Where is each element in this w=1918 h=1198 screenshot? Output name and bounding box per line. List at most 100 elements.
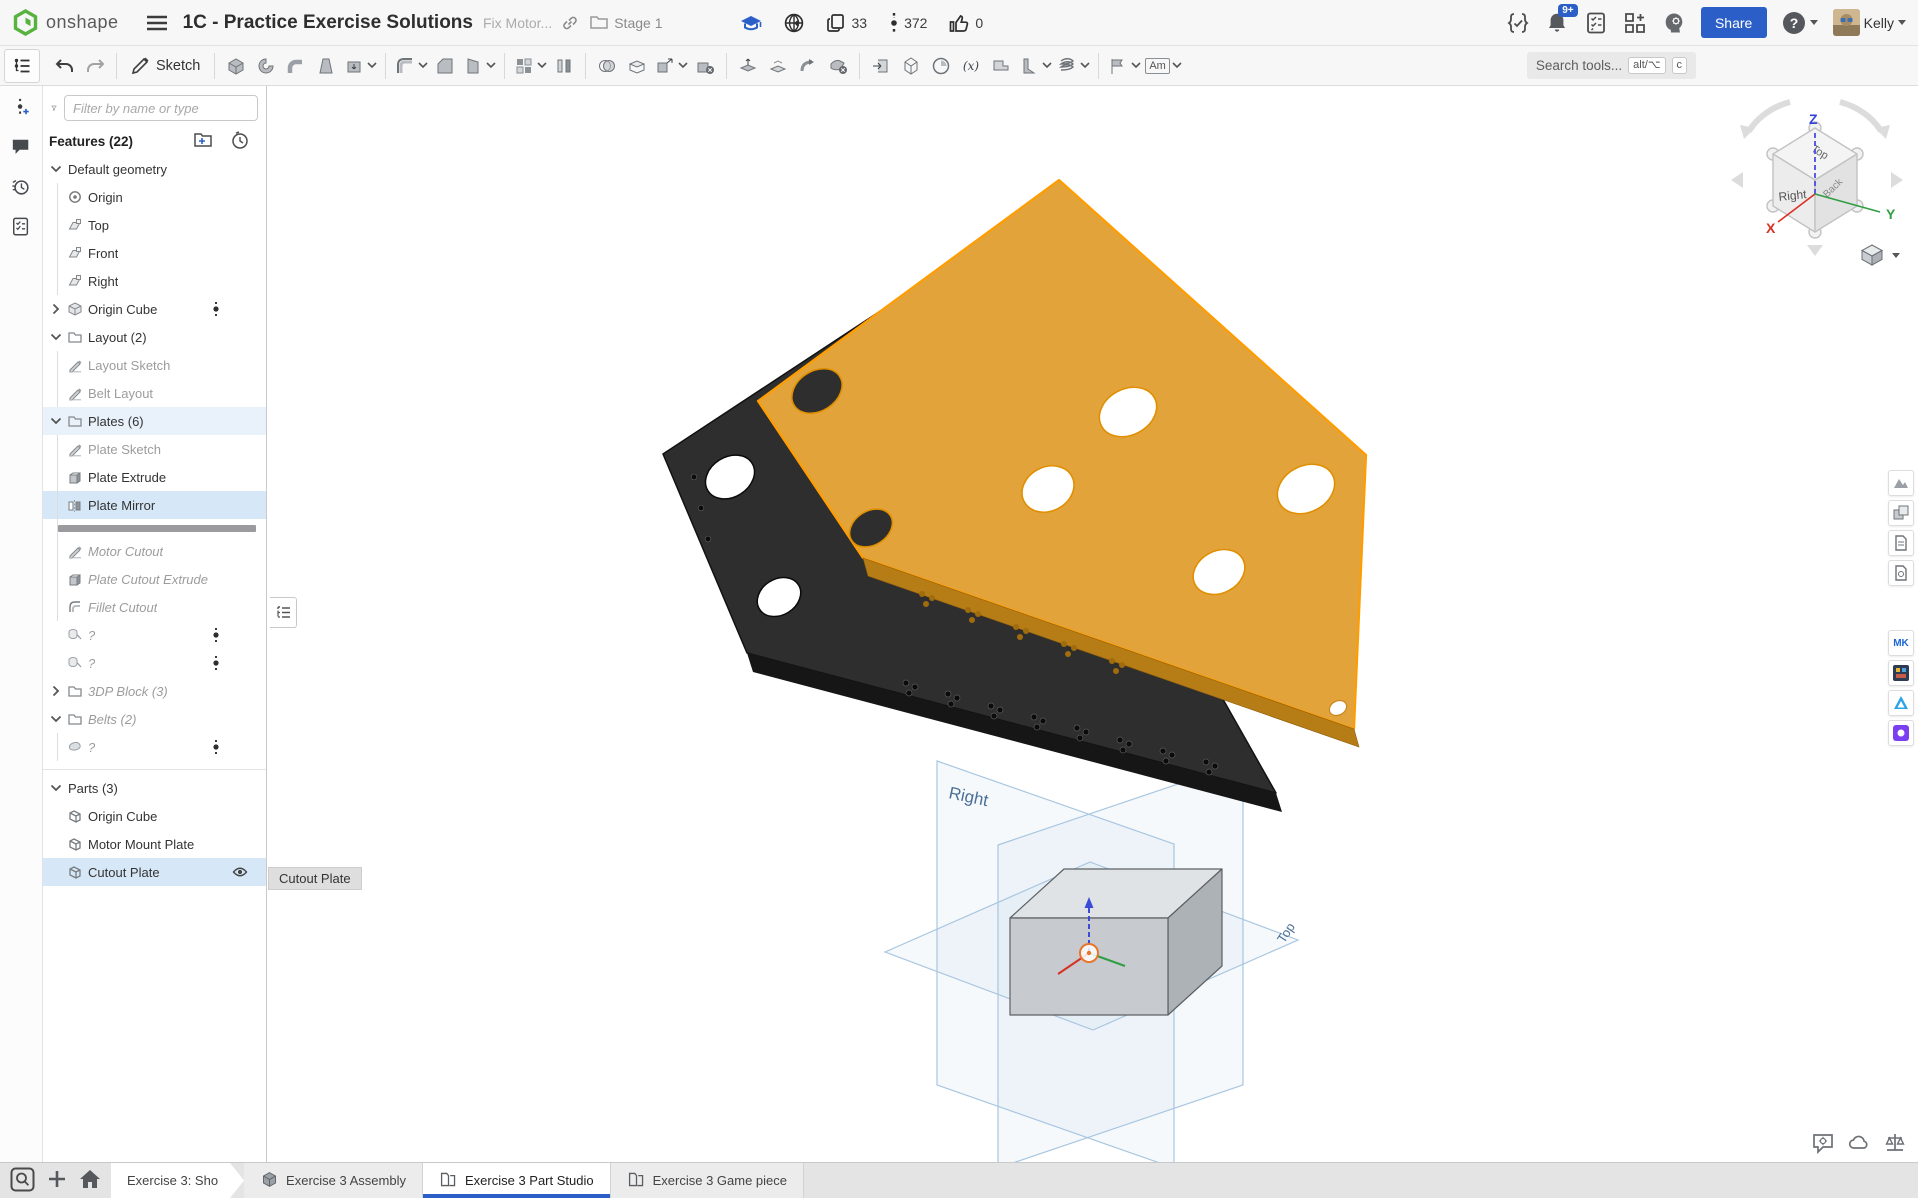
tool-mirror[interactable] xyxy=(549,50,579,82)
tool-move-face[interactable] xyxy=(733,50,763,82)
graphics-viewport[interactable]: Right Top xyxy=(267,86,1918,1162)
tool-assembly-mate[interactable]: Am xyxy=(1143,50,1184,82)
origin-cube-part[interactable] xyxy=(1010,869,1222,1015)
tree-item[interactable]: Plate Cutout Extrude xyxy=(43,565,266,593)
tool-split[interactable] xyxy=(622,50,652,82)
chevron-down-icon[interactable] xyxy=(47,780,65,796)
release-management-icon[interactable] xyxy=(1584,11,1608,35)
tool-thicken[interactable] xyxy=(341,50,379,82)
copies-count[interactable]: 33 xyxy=(826,13,867,33)
document-subtitle[interactable]: Fix Motor... xyxy=(483,15,552,31)
app-store-icon[interactable] xyxy=(1623,11,1647,35)
branch-indicator-icon[interactable] xyxy=(208,655,224,674)
custom-tool-6[interactable] xyxy=(1888,660,1914,686)
tool-replace-face[interactable] xyxy=(763,50,793,82)
tool-fillet[interactable] xyxy=(392,50,430,82)
tree-item[interactable]: Parts (3) xyxy=(43,774,266,802)
tree-item[interactable]: Top xyxy=(43,211,266,239)
custom-tool-7[interactable] xyxy=(1888,690,1914,716)
tree-item[interactable]: Plates (6) xyxy=(43,407,266,435)
hide-eye-icon[interactable] xyxy=(232,864,248,883)
tool-delete-face[interactable] xyxy=(823,50,853,82)
comments-panel-icon[interactable] xyxy=(7,134,35,160)
feature-list-flyout-handle[interactable] xyxy=(270,597,297,628)
versions-count[interactable]: 372 xyxy=(889,12,927,34)
chevron-down-icon[interactable] xyxy=(47,329,65,345)
notifications-bell-icon[interactable]: 9+ xyxy=(1545,11,1569,35)
tool-import-derived[interactable] xyxy=(866,50,896,82)
document-tab-4[interactable]: Exercise 3 Game piece xyxy=(611,1163,804,1198)
cloud-status-icon[interactable] xyxy=(1848,1132,1870,1154)
branch-indicator-icon[interactable] xyxy=(208,627,224,646)
tool-sweep[interactable] xyxy=(281,50,311,82)
tool-offset-surface[interactable] xyxy=(793,50,823,82)
tree-item[interactable]: Layout (2) xyxy=(43,323,266,351)
tree-item[interactable]: ? xyxy=(43,733,266,761)
home-icon[interactable] xyxy=(79,1169,101,1192)
search-tools[interactable]: Search tools... alt/⌥ c xyxy=(1527,52,1696,79)
tree-item[interactable]: Plate Extrude xyxy=(43,463,266,491)
chevron-down-icon[interactable] xyxy=(47,161,65,177)
tool-frame[interactable] xyxy=(896,50,926,82)
custom-tool-1[interactable] xyxy=(1888,470,1914,496)
feedback-icon[interactable] xyxy=(1812,1132,1834,1154)
tree-item[interactable]: Plate Sketch xyxy=(43,435,266,463)
tree-item[interactable]: Layout Sketch xyxy=(43,351,266,379)
rotate-left-arrow[interactable] xyxy=(1731,172,1743,188)
branch-indicator-icon[interactable] xyxy=(208,739,224,758)
feature-list-toggle[interactable] xyxy=(4,49,40,83)
view-options-button[interactable] xyxy=(1860,244,1900,266)
custom-tool-2[interactable] xyxy=(1888,500,1914,526)
insert-tab-icon[interactable] xyxy=(47,1169,67,1192)
history-panel-icon[interactable] xyxy=(7,174,35,200)
help-menu[interactable]: ? xyxy=(1782,11,1818,35)
view-cube[interactable]: Top Right Back Z X Y xyxy=(1725,90,1918,260)
viewcube-right-label[interactable]: Right xyxy=(1778,187,1808,204)
tool-transform[interactable] xyxy=(652,50,690,82)
tree-item[interactable]: ? xyxy=(43,649,266,677)
redo-button[interactable] xyxy=(80,50,110,82)
filter-input[interactable] xyxy=(64,95,258,121)
chevron-right-icon[interactable] xyxy=(47,301,65,317)
tool-sheet-metal-model[interactable] xyxy=(986,50,1016,82)
custom-tool-mk[interactable]: MK xyxy=(1888,630,1914,656)
rotate-down-arrow[interactable] xyxy=(1807,245,1823,256)
tool-revolve[interactable] xyxy=(251,50,281,82)
user-menu[interactable]: Kelly xyxy=(1833,9,1906,36)
tool-helix[interactable] xyxy=(926,50,956,82)
filter-icon[interactable] xyxy=(51,99,57,117)
tool-draft[interactable] xyxy=(460,50,498,82)
tool-delete-part[interactable] xyxy=(690,50,720,82)
tree-item[interactable]: Origin Cube xyxy=(43,295,266,323)
chevron-right-icon[interactable] xyxy=(47,683,65,699)
ai-advisor-icon[interactable] xyxy=(1662,11,1686,35)
document-tab-3[interactable]: Exercise 3 Part Studio xyxy=(423,1163,611,1198)
chevron-down-icon[interactable] xyxy=(47,711,65,727)
tree-item[interactable]: Front xyxy=(43,239,266,267)
tool-sheet-metal-finish[interactable] xyxy=(1105,50,1143,82)
link-icon[interactable] xyxy=(558,11,582,35)
featurescript-icon[interactable] xyxy=(1506,11,1530,35)
likes-count[interactable]: 0 xyxy=(949,13,983,33)
tree-item[interactable]: Motor Mount Plate xyxy=(43,830,266,858)
tool-loft[interactable] xyxy=(311,50,341,82)
tool-extrude[interactable] xyxy=(221,50,251,82)
branch-indicator-icon[interactable] xyxy=(208,301,224,320)
tool-linear-pattern[interactable] xyxy=(511,50,549,82)
tool-spring[interactable] xyxy=(1054,50,1092,82)
onshape-logo[interactable]: onshape xyxy=(12,9,119,36)
tree-item[interactable]: Motor Cutout xyxy=(43,537,266,565)
public-globe-icon[interactable] xyxy=(784,13,804,33)
tree-item[interactable]: Right xyxy=(43,267,266,295)
tool-chamfer[interactable] xyxy=(430,50,460,82)
new-folder-icon[interactable] xyxy=(194,131,214,151)
tree-item[interactable]: Belt Layout xyxy=(43,379,266,407)
rotate-right-arrow[interactable] xyxy=(1891,172,1903,188)
tree-item[interactable]: 3DP Block (3) xyxy=(43,677,266,705)
rollback-bar[interactable] xyxy=(58,525,256,532)
tree-item[interactable]: Fillet Cutout xyxy=(43,593,266,621)
tree-item[interactable]: ? xyxy=(43,621,266,649)
tree-item[interactable]: Cutout Plate xyxy=(43,858,266,886)
versions-panel-icon[interactable] xyxy=(7,94,35,120)
tree-item[interactable]: Default geometry xyxy=(43,155,266,183)
